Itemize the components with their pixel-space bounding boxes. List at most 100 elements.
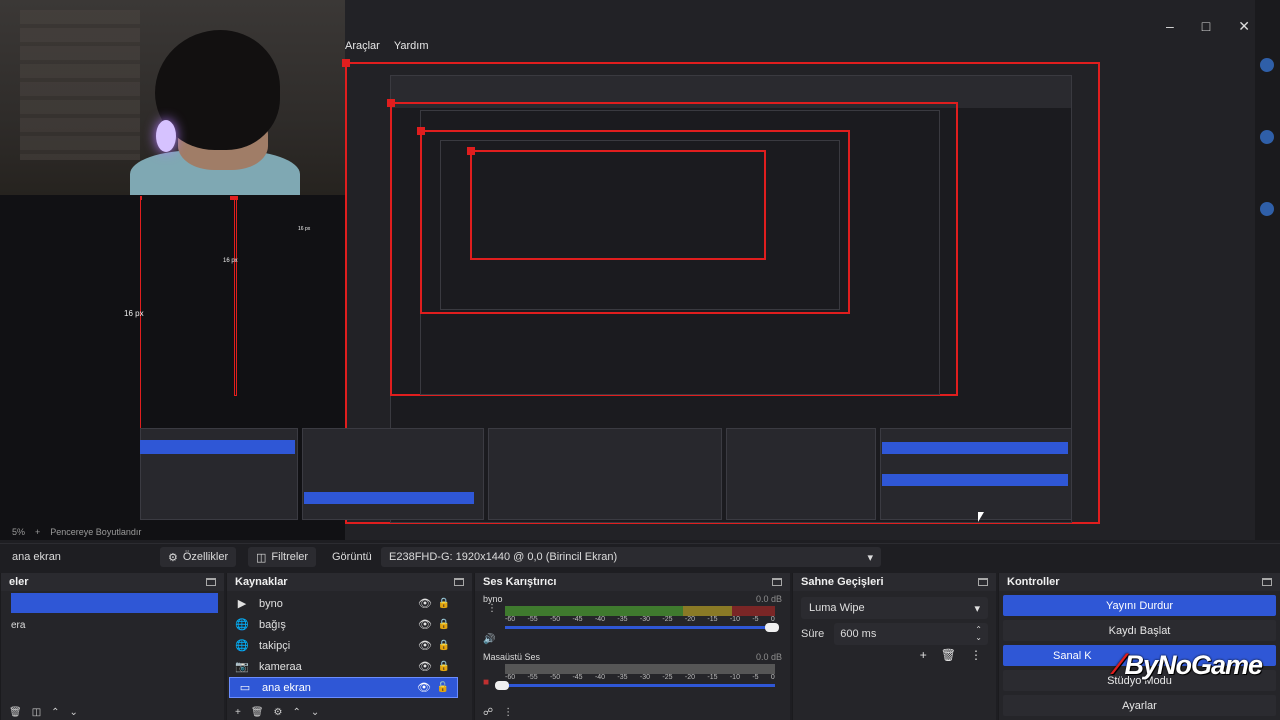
- chevron-down-icon: ▾: [974, 602, 980, 615]
- close-icon[interactable]: ✕: [1238, 18, 1250, 35]
- spin-arrows-icon[interactable]: ⌃ ⌄: [975, 626, 982, 642]
- play-icon: ▶: [237, 598, 247, 610]
- properties-label: Özellikler: [182, 551, 229, 563]
- chevron-up-icon[interactable]: ⌃: [293, 707, 301, 718]
- preview-status: 5% + Pencereye Boyutlandır: [0, 524, 1280, 540]
- menu-item-help[interactable]: Yardım: [394, 40, 429, 52]
- lock-icon[interactable]: 🔒: [438, 640, 450, 651]
- mixer-footer: ☍ ⋮: [475, 704, 790, 720]
- sources-footer: + 🗑 ⚙ ⌃ ⌄: [227, 704, 472, 720]
- undock-icon[interactable]: [454, 578, 464, 586]
- undock-icon[interactable]: [772, 578, 782, 586]
- kebab-menu-icon[interactable]: ⋮: [970, 648, 982, 662]
- window-controls: – □ ✕: [1166, 18, 1250, 35]
- measure-label: 16 px: [223, 258, 238, 264]
- lock-icon[interactable]: 🔒: [438, 598, 450, 609]
- transition-select[interactable]: Luma Wipe ▾: [801, 597, 988, 619]
- link-icon[interactable]: ☍: [483, 707, 493, 718]
- add-icon[interactable]: +: [920, 648, 927, 662]
- channel-name: Masaüstü Ses: [483, 652, 541, 662]
- chevron-down-icon[interactable]: ⌄: [311, 707, 319, 718]
- source-item[interactable]: ▶ byno 👁 🔒: [227, 593, 472, 614]
- duration-spinbox[interactable]: 600 ms ⌃ ⌄: [834, 623, 988, 645]
- mixer-header: Ses Karıştırıcı: [475, 573, 790, 591]
- channel-db: 0.0 dB: [755, 594, 782, 604]
- desktop-icon: [1260, 202, 1274, 216]
- fit-window-label[interactable]: Pencereye Boyutlandır: [50, 527, 141, 537]
- eye-icon[interactable]: 👁: [418, 660, 432, 673]
- filters-button[interactable]: ◫ Filtreler: [248, 547, 317, 567]
- undock-icon[interactable]: [206, 578, 216, 586]
- controls-title: Kontroller: [1007, 576, 1060, 588]
- muted-speaker-icon[interactable]: ■: [483, 677, 489, 688]
- scenes-dock: eler era 🗑 ◫ ⌃ ⌄: [0, 573, 224, 720]
- source-toolbar: ana ekran ⚙ Özellikler ◫ Filtreler Görün…: [0, 543, 1280, 569]
- scene-item[interactable]: [11, 593, 218, 613]
- start-recording-button[interactable]: Kaydı Başlat: [1003, 620, 1276, 641]
- source-item-selected[interactable]: ▭ ana ekran 👁 🔓: [229, 677, 458, 698]
- measure-label: 16 px: [298, 226, 311, 232]
- eye-icon[interactable]: 👁: [418, 639, 432, 652]
- undock-icon[interactable]: [978, 578, 988, 586]
- slider-handle[interactable]: [765, 623, 779, 632]
- maximize-icon[interactable]: □: [1202, 18, 1210, 35]
- volume-meter: [505, 664, 775, 674]
- meter-ticks: -60 -55 -50 -45 -40 -35 -30 -25 -20 -15 -10 -5 0: [505, 674, 775, 681]
- add-icon[interactable]: +: [235, 707, 241, 718]
- duration-label: Süre: [801, 628, 825, 640]
- volume-slider[interactable]: [495, 681, 775, 690]
- source-label: takipçi: [259, 639, 291, 652]
- volume-meter: [505, 606, 775, 616]
- volume-slider[interactable]: [505, 623, 779, 632]
- kebab-menu-icon[interactable]: ⋮: [487, 603, 497, 614]
- eye-icon[interactable]: 👁: [418, 597, 432, 610]
- display-select[interactable]: E238FHD-G: 1920x1440 @ 0,0 (Birincil Ekr…: [381, 547, 881, 567]
- trash-icon[interactable]: 🗑: [941, 648, 956, 662]
- stop-streaming-button[interactable]: Yayını Durdur: [1003, 595, 1276, 616]
- preview-canvas[interactable]: – □ ✕ Araçlar Yardım 16 px 16 px 16 px 5…: [0, 0, 1280, 540]
- display-label: Görüntü: [332, 550, 372, 563]
- chevron-down-icon[interactable]: ⌄: [70, 707, 78, 718]
- camera-icon: 📷: [235, 661, 249, 673]
- scenes-header: eler: [1, 573, 224, 591]
- lock-icon[interactable]: 🔒: [438, 661, 450, 672]
- speaker-icon[interactable]: 🔊: [483, 634, 495, 645]
- undock-icon[interactable]: [1262, 578, 1272, 586]
- chevron-up-icon[interactable]: ⌃: [51, 707, 59, 718]
- meter-ticks: -60 -55 -50 -45 -40 -35 -30 -25 -20 -15 -10 -5 0: [505, 616, 775, 623]
- minimize-icon[interactable]: –: [1166, 18, 1174, 35]
- filter-icon[interactable]: ◫: [32, 707, 41, 718]
- source-item[interactable]: 📷 kameraa 👁 🔒: [227, 656, 472, 677]
- gear-icon[interactable]: ⚙: [274, 707, 283, 718]
- display-value: E238FHD-G: 1920x1440 @ 0,0 (Birincil Ekr…: [389, 551, 618, 563]
- current-scene-name: ana ekran: [12, 550, 61, 563]
- measure-label: 16 px: [124, 309, 144, 318]
- properties-button[interactable]: ⚙ Özellikler: [160, 547, 237, 567]
- transitions-header: Sahne Geçişleri: [793, 573, 996, 591]
- eye-icon[interactable]: 👁: [418, 618, 432, 631]
- sources-title: Kaynaklar: [235, 576, 288, 588]
- lock-icon[interactable]: 🔒: [438, 619, 450, 630]
- source-item[interactable]: 🌐 takipçi 👁 🔒: [227, 635, 472, 656]
- kebab-menu-icon[interactable]: ⋮: [503, 707, 513, 718]
- filters-label: Filtreler: [271, 551, 309, 563]
- scene-transitions-dock: Sahne Geçişleri Luma Wipe ▾ Süre 600 ms …: [792, 573, 996, 720]
- transition-tools: + 🗑 ⋮: [920, 648, 982, 662]
- scene-item-label: era: [11, 619, 26, 631]
- source-label: bağış: [259, 618, 286, 631]
- scene-item[interactable]: era: [7, 615, 218, 635]
- zoom-add-icon[interactable]: +: [35, 527, 40, 537]
- lock-icon[interactable]: 🔓: [437, 682, 449, 693]
- settings-button[interactable]: Ayarlar: [1003, 695, 1276, 716]
- menu-item-tools[interactable]: Araçlar: [345, 40, 380, 52]
- eye-icon[interactable]: 👁: [417, 681, 431, 694]
- sources-header: Kaynaklar: [227, 573, 472, 591]
- trash-icon[interactable]: 🗑: [251, 707, 264, 718]
- mixer-title: Ses Karıştırıcı: [483, 576, 557, 588]
- trash-icon[interactable]: 🗑: [9, 707, 22, 718]
- slider-handle[interactable]: [495, 681, 509, 690]
- mixer-channel: byno 0.0 dB ⋮ -60 -55 -50 -45 -40 -35 -30 -25 -2…: [475, 591, 790, 651]
- source-item[interactable]: 🌐 bağış 👁 🔒: [227, 614, 472, 635]
- mouse-cursor: [978, 512, 984, 522]
- mixer-channel: Masaüstü Ses 0.0 dB -60 -55 -50 -45 -40 -35 -3…: [475, 649, 790, 709]
